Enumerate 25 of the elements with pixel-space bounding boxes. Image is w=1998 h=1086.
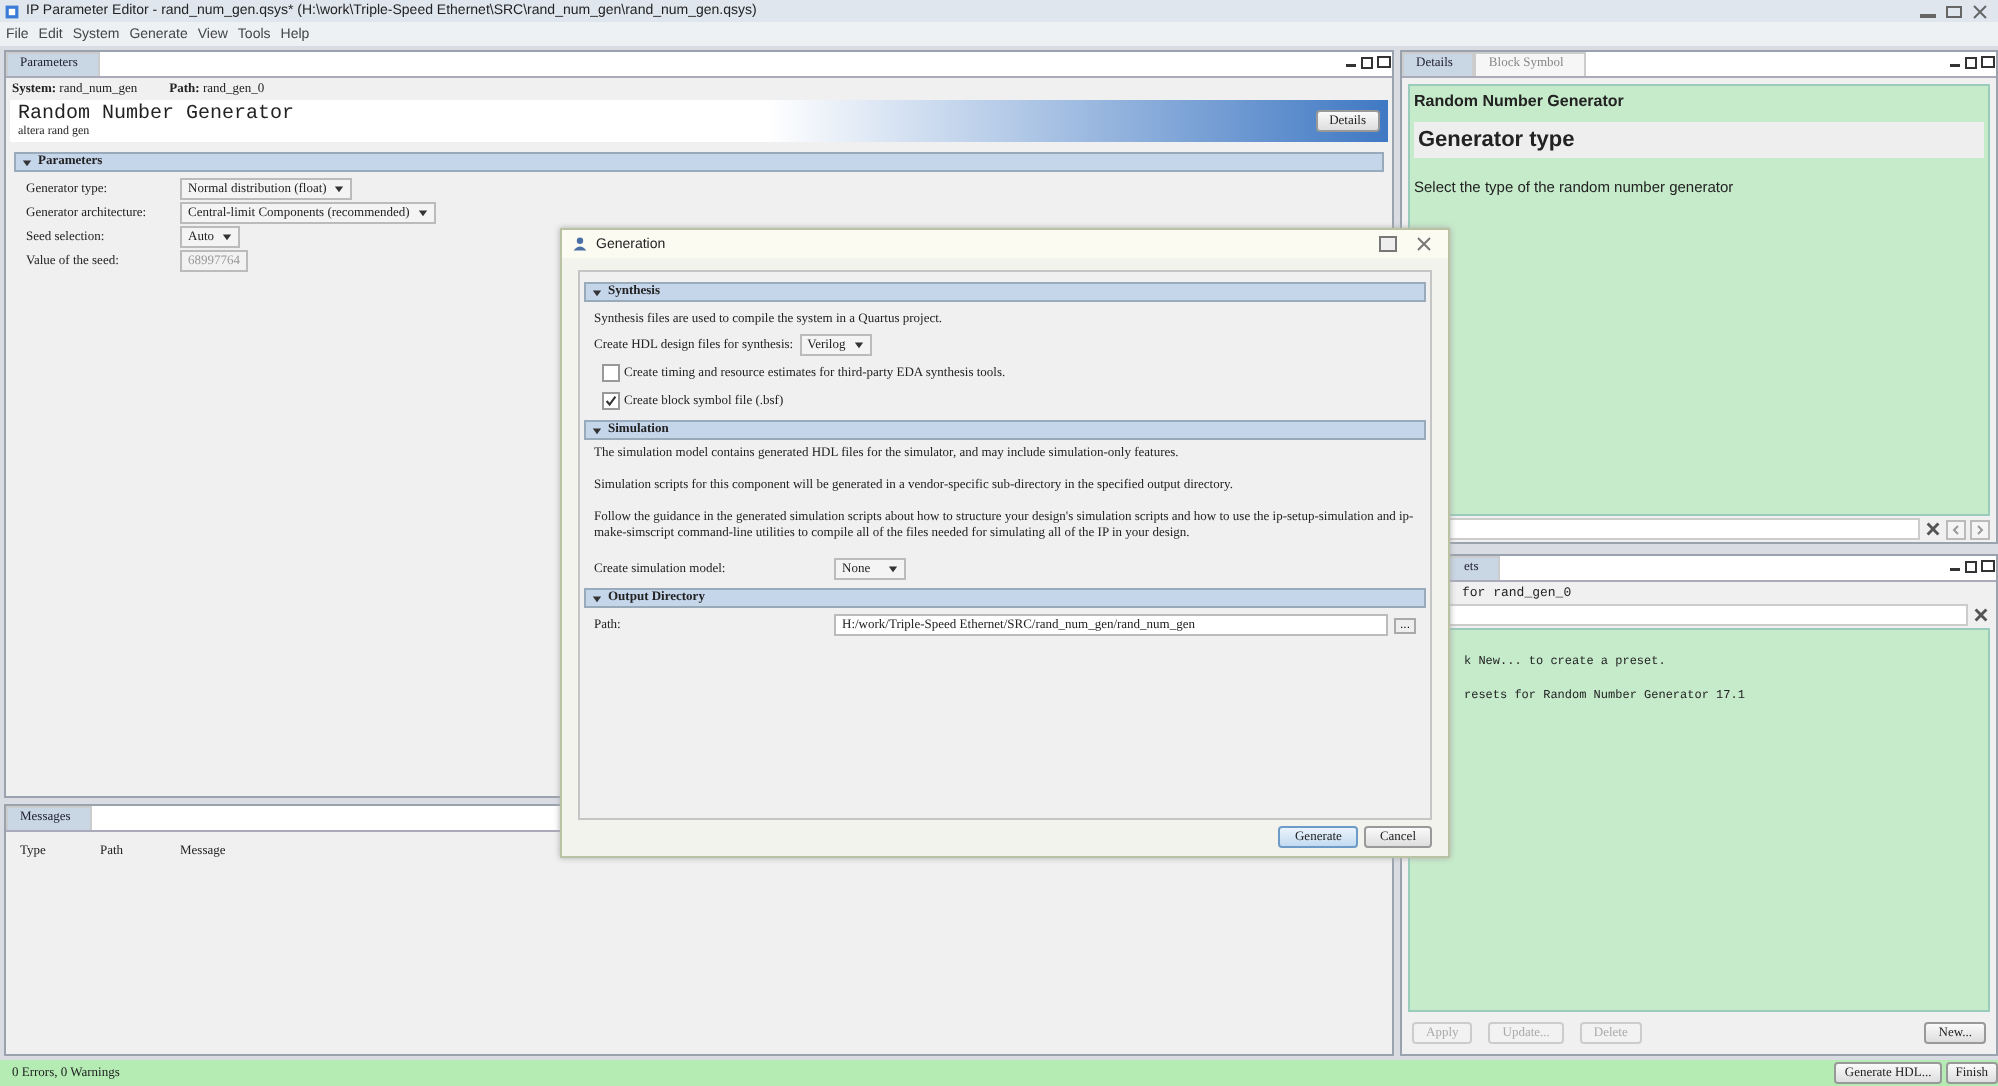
restore-icon[interactable]: [1376, 234, 1400, 254]
details-heading: Generator type: [1414, 122, 1984, 158]
checkbox[interactable]: [602, 392, 620, 410]
collapse-icon[interactable]: [592, 287, 602, 297]
clear-icon[interactable]: [1924, 520, 1942, 538]
dropdown-arrow-icon: [222, 231, 232, 241]
close-icon[interactable]: [1970, 3, 1990, 19]
person-icon: [572, 236, 588, 252]
checkbox[interactable]: [602, 364, 620, 382]
panel-controls-icon[interactable]: [1948, 558, 1996, 574]
dropdown-arrow-icon: [888, 564, 898, 575]
maximize-icon[interactable]: [1944, 3, 1964, 19]
panel-controls-icon[interactable]: [1948, 54, 1996, 70]
dropdown-arrow-icon: [853, 340, 864, 350]
dropdown-arrow-icon: [417, 207, 428, 217]
collapse-icon[interactable]: [592, 593, 602, 604]
component-title: Random Number Generator: [18, 104, 295, 126]
close-icon[interactable]: [1412, 234, 1436, 254]
clear-icon[interactable]: [1972, 606, 1990, 624]
component-name: Random Number Generator: [1414, 92, 1626, 110]
dropdown-arrow-icon: [334, 183, 345, 193]
panel-controls-icon[interactable]: [1344, 54, 1392, 70]
collapse-icon[interactable]: [592, 425, 602, 435]
collapse-icon[interactable]: [22, 157, 32, 167]
app-icon: [4, 3, 20, 19]
